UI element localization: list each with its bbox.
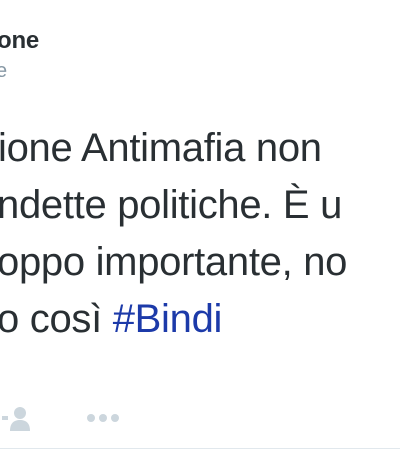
tweet-line: ione Antimafia non: [0, 126, 322, 170]
author-name[interactable]: one: [0, 27, 39, 55]
tweet-line-text: o così: [0, 297, 113, 341]
tweet-line: o così #Bindi: [0, 291, 400, 348]
author-name-text: one: [0, 27, 40, 54]
tweet-actions: [0, 400, 400, 436]
author-handle[interactable]: e: [0, 60, 7, 83]
person-plus-icon[interactable]: [2, 406, 32, 432]
tweet-line: oppo importante, no: [0, 240, 348, 284]
hashtag-link[interactable]: #Bindi: [113, 297, 223, 341]
tweet-line: ndette politiche. È u: [0, 183, 343, 227]
more-dots-icon[interactable]: [86, 408, 120, 428]
divider: [0, 448, 400, 449]
tweet-text: ione Antimafia non ndette politiche. È u…: [0, 120, 400, 348]
tweet-card: one e ione Antimafia non ndette politich…: [0, 0, 400, 453]
